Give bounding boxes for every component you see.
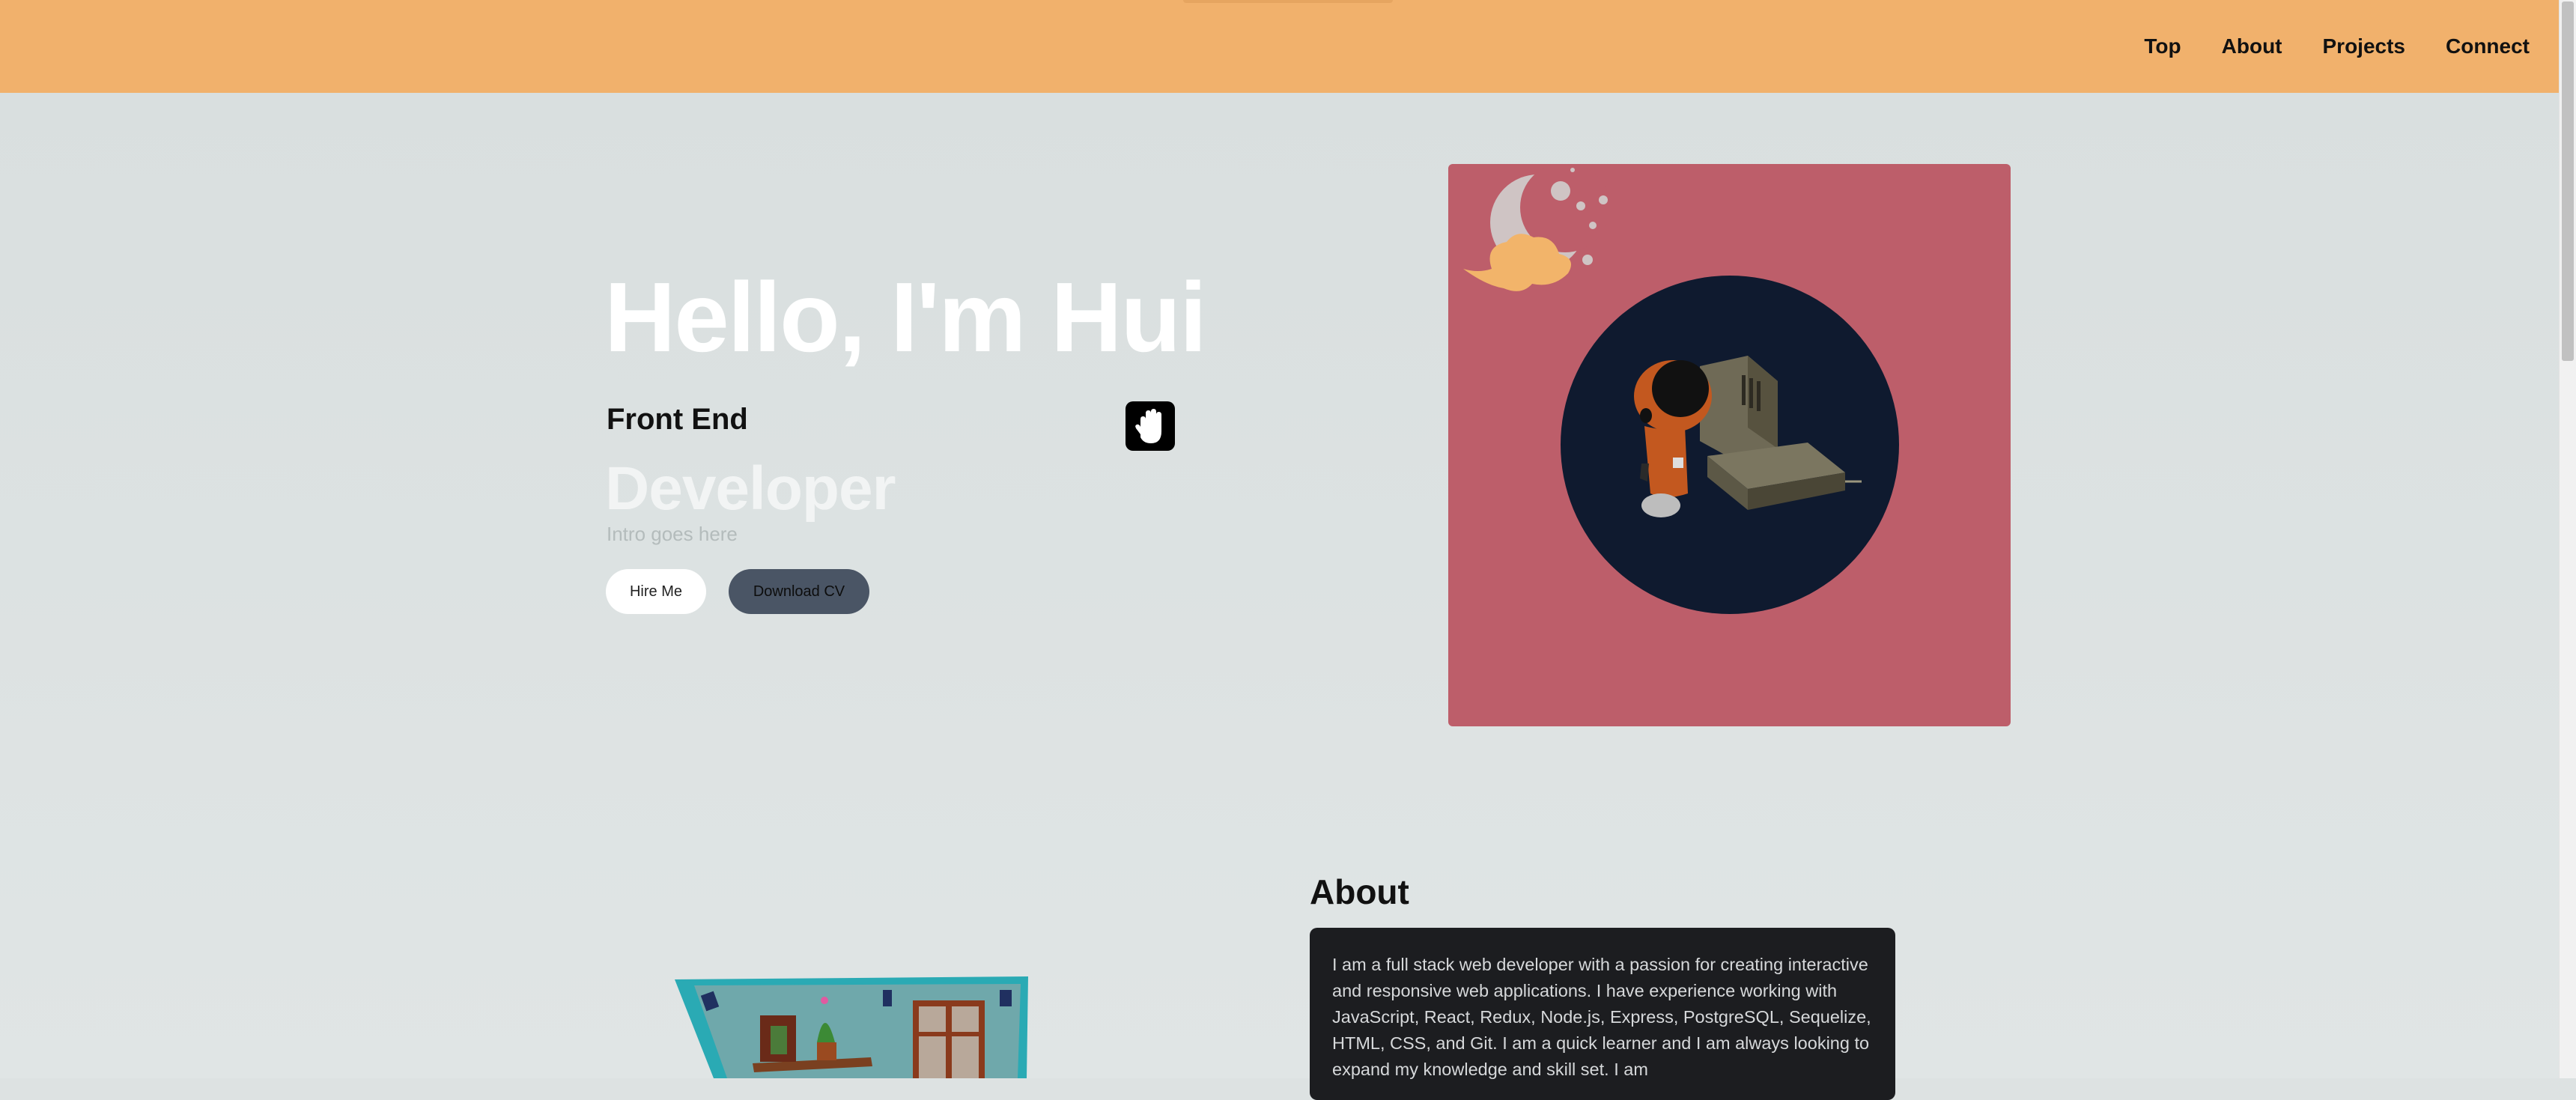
about-title: About <box>1310 872 1409 911</box>
hero-title: Hello, I'm Hui <box>604 262 1207 372</box>
hero-role: Developer <box>605 455 896 523</box>
raised-hand-icon <box>1126 401 1175 451</box>
room-illustration <box>670 973 1037 1078</box>
page-background <box>0 93 2560 1078</box>
hero-illustration <box>1448 164 2011 726</box>
navbar: Top About Projects Connect <box>0 0 2560 93</box>
nav-links: Top About Projects Connect <box>2144 0 2530 93</box>
scrollbar-thumb[interactable] <box>2562 1 2574 361</box>
about-text: I am a full stack web developer with a p… <box>1332 955 1871 1079</box>
nav-link-about[interactable]: About <box>2222 34 2282 58</box>
navbar-indicator <box>1183 0 1393 3</box>
about-card: I am a full stack web developer with a p… <box>1310 928 1895 1100</box>
hero-intro: Intro goes here <box>607 523 738 545</box>
hero-subtitle: Front End <box>607 403 748 436</box>
download-cv-button[interactable]: Download CV <box>729 569 869 614</box>
vertical-scrollbar[interactable] <box>2559 0 2576 1078</box>
nav-link-top[interactable]: Top <box>2144 34 2181 58</box>
hire-me-button[interactable]: Hire Me <box>606 569 706 614</box>
nav-link-projects[interactable]: Projects <box>2323 34 2406 58</box>
nav-link-connect[interactable]: Connect <box>2446 34 2530 58</box>
